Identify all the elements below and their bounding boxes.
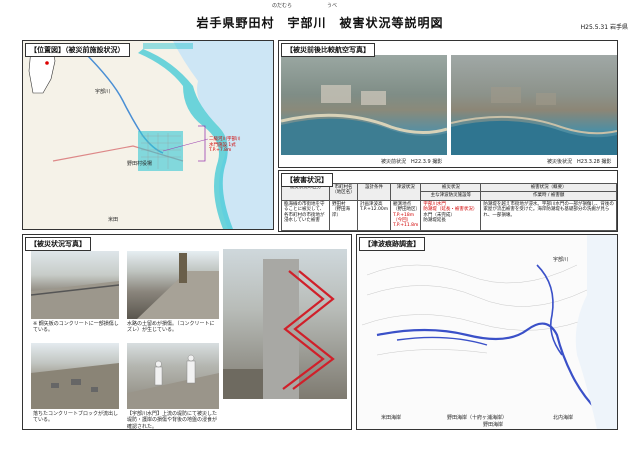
inset-location-marker [45,61,49,65]
tsunami-map [357,235,617,429]
photo-block-washout [31,343,119,409]
title-bar: のだむら うべ 岩手県野田村 宇部川 被害状況等説明図 H25.5.31 岩手県 [0,0,640,36]
ruby-ube: うべ [327,3,338,9]
td-design: 計画津波高 T.P.+12.00m [356,199,392,231]
photo-caption-2: 水路の土留めが損傷。（コンクリートにズレ）が生じている。 [127,321,215,334]
aerial-panel: 【被災前後比較航空写真】 被災前状況 H22.3.9 撮影 被災後状況 H23.… [278,40,618,168]
aerial-caption-before: 被災前状況 H22.3.9 撮影 [381,159,443,165]
th-work: 作業時 / 被害額 [480,191,617,201]
th-facility: 主な津波防災施設等 [420,191,482,201]
location-map [23,41,273,229]
photo-seawall-1 [31,251,119,319]
tsunami-label-yoneda: 米田海岸 [381,415,402,421]
facility-item: 防潮堤（延長・被害状況） [423,207,478,213]
annotation-line-height: T.P.+7.8m [209,148,232,154]
workers [154,354,196,386]
gate-annotation: 二級河川宇部川 水門施設 1式 T.P.+7.8m [209,137,241,154]
aerial-photo-before [281,55,447,155]
date-label: H25.5.31 [580,24,609,31]
aerial-panel-title: 【被災前後比較航空写真】 [281,43,375,57]
th-status: 被災状況 [420,182,482,193]
ruby-noda: のだむら [272,3,293,9]
photo-caption-4: 落ちたコンクリートブロックが流出している。 [33,411,119,424]
tsunami-label-tofugaura: 野田海岸（十府ヶ浦海岸） [447,415,508,421]
tsunami-label-ube: 宇部川 [553,257,569,263]
title-meta: H25.5.31 岩手県 [581,22,628,31]
location-panel: 【位置図】（被災前施設状況） 二級河川宇部川 水門施設 1式 T.P.+7.8m… [22,40,274,230]
tsunami-panel: 【津波痕跡調査】 宇部川 米田海岸 野田海岸（十府ヶ浦海岸） 野田海岸 北内海岸 [356,234,618,430]
damage-table: 被災状況の区分 市町村名 （地区名） 設計条件 津波状況 被災状況 被害状況（概… [281,182,617,231]
map-label-office: 野田村役場 [127,161,153,167]
th-design: 設計条件 [356,183,392,201]
photo-seawall-2 [127,251,219,319]
photo-caption-1: ※ 鋼矢板のコンクリートに一部損傷している。 [33,321,119,334]
aerial-caption-after: 被災後状況 H23.3.28 撮影 [547,159,612,165]
tsunami-label-noda: 野田海岸 [483,422,504,428]
td-summary: 防潮堤を越え市街地が浸水。宇部川水門の一部が損傷し、背後の家屋が流出被害を受けた… [480,199,617,231]
photos-panel: 【被災状況写真】 ※ 鋼矢板のコンクリートに一部損傷している。 水路の土留めが損… [22,234,352,430]
tsunami-label-kitauchi: 北内海岸 [553,415,574,421]
damage-panel: 【被害状況】 被災状況の区分 市町村名 （地区名） 設計条件 津波状況 被災状況… [278,170,618,232]
td-tsunami-a: 観測地点 （野田地区） [393,201,421,213]
th-tsunami: 津波状況 [390,183,422,201]
location-panel-title: 【位置図】（被災前施設状況） [25,43,130,57]
td-facility: 宇部川水門 防潮堤（延長・被害状況） 水門（未完成） 防潮堤延長 [420,199,482,231]
org-label: 岩手県 [609,24,628,31]
photo-gate-stairs [223,249,347,399]
facility-item: 防潮堤延長 [423,217,446,223]
damage-table-row: 臨海線の市街地を守ることに被災して、各市町村の市街地が浸水していた被害 野田村 … [281,199,617,231]
map-header-strip [143,43,193,49]
map-label-river: 宇部川 [95,89,111,95]
td-municipality: 野田村 （野田海岸） [329,199,358,231]
damage-panel-title: 【被害状況】 [281,173,333,187]
photo-survey-workers [127,343,219,409]
annotation-line-river: 二級河川宇部川 [209,137,241,142]
td-tsunami-b: T.P.+18m （今回） T.P.+11.8m [393,212,419,229]
aerial-before-detail [281,85,447,155]
photos-panel-title: 【被災状況写真】 [25,237,91,251]
aerial-after-detail [451,87,617,155]
th-municipality: 市町村名 （地区名） [329,183,358,201]
aerial-photo-after [451,55,617,155]
th-summary: 被害状況（概要） [480,182,617,193]
tsunami-panel-title: 【津波痕跡調査】 [359,237,425,251]
photo-caption-5: 【宇部川水門】上流の堤防にて被災した堤防・護岸の損傷や背後の地盤の浸食が確認され… [127,411,218,430]
map-label-yoneda: 米田 [108,217,119,223]
td-category: 臨海線の市街地を守ることに被災して、各市町村の市街地が浸水していた被害 [281,199,330,231]
page-title: 岩手県野田村 宇部川 被害状況等説明図 [196,16,444,30]
td-tsunami: 観測地点 （野田地区） T.P.+18m （今回） T.P.+11.8m [390,199,422,231]
